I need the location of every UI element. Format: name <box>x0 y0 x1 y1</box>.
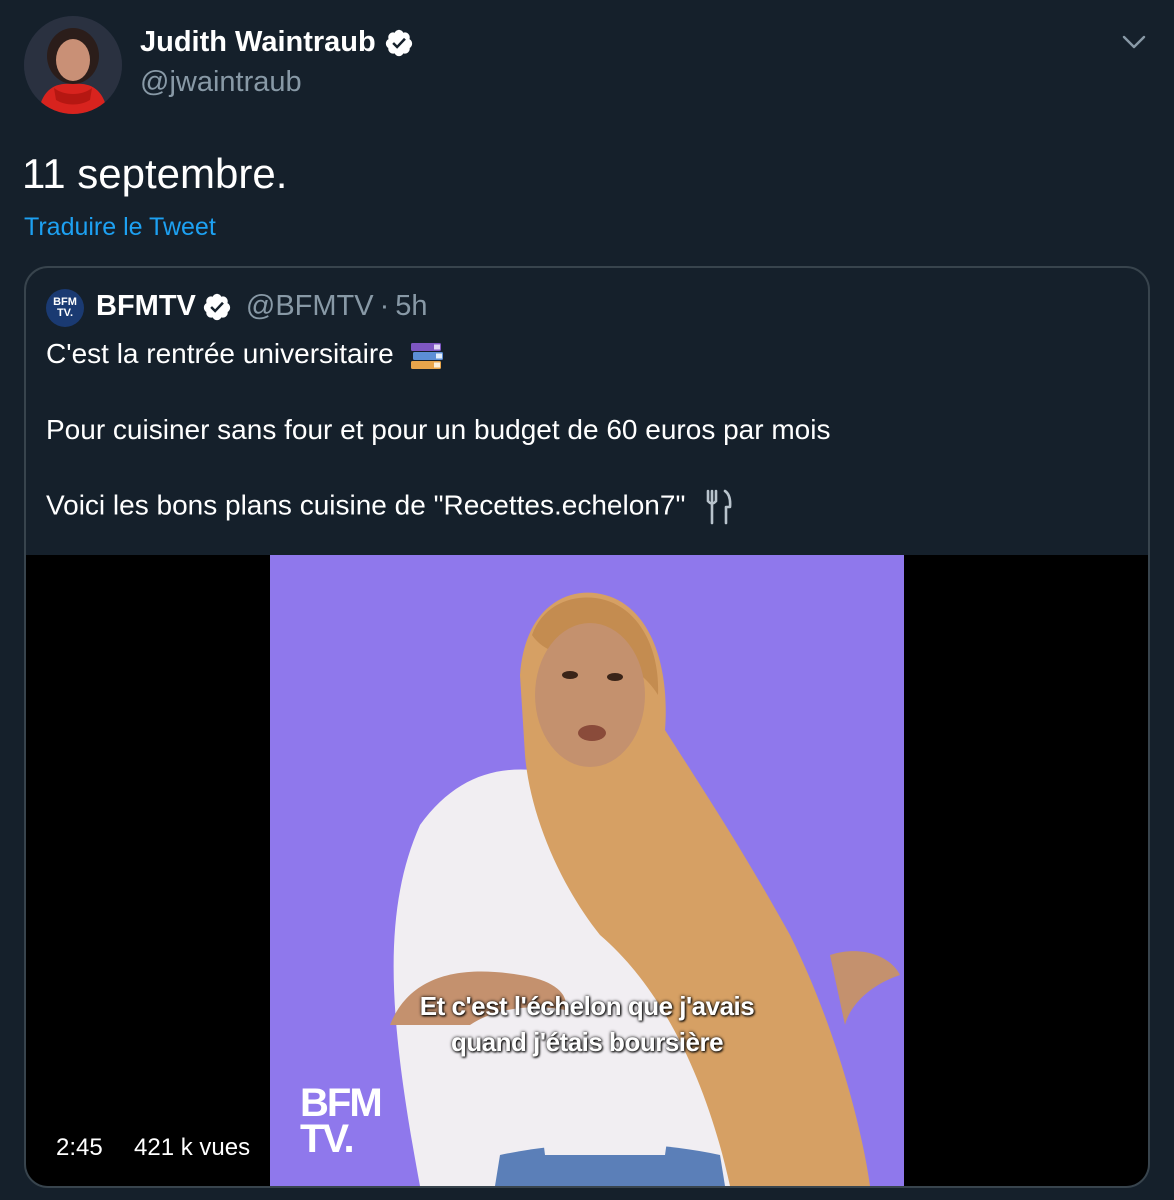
bfmtv-avatar: BFM TV. <box>46 289 84 327</box>
verified-badge-icon <box>385 29 412 56</box>
tweet-text: 11 septembre. <box>22 150 288 197</box>
video-subtitle-line-2: quand j'étais boursière <box>450 1027 724 1057</box>
books-icon <box>410 342 443 369</box>
quoted-text-line-3: Voici les bons plans cuisine de "Recette… <box>46 489 733 525</box>
quoted-text-line-1-text: C'est la rentrée universitaire <box>46 338 394 369</box>
quoted-text-line-3-text: Voici les bons plans cuisine de "Recette… <box>46 489 686 521</box>
video-duration: 2:45 <box>56 1134 103 1161</box>
video-frame[interactable]: Et c'est l'échelon que j'avais quand j'é… <box>270 555 904 1186</box>
quoted-author-name: BFMTV <box>96 290 196 322</box>
verified-badge-icon <box>203 293 230 320</box>
quoted-timestamp: 5h <box>395 290 428 322</box>
bfmtv-watermark-text-2: TV. <box>300 1117 355 1161</box>
quoted-text-line-2: Pour cuisiner sans four et pour un budge… <box>46 414 831 445</box>
video-player[interactable]: Et c'est l'échelon que j'avais quand j'é… <box>26 555 1148 1186</box>
quoted-text-line-1: C'est la rentrée universitaire <box>46 338 444 371</box>
quoted-tweet-card[interactable]: BFM TV. BFMTV @BFMTV · 5h C'est la rentr… <box>24 266 1150 1188</box>
bfmtv-watermark: BFM TV. <box>300 1081 383 1161</box>
video-view-count: 421 k vues <box>134 1134 251 1161</box>
author-handle[interactable]: @jwaintraub <box>140 66 302 99</box>
quoted-header: BFMTV @BFMTV · 5h <box>96 290 428 323</box>
quoted-author-handle: @BFMTV <box>245 290 374 322</box>
video-subtitle-line-1: Et c'est l'échelon que j'avais <box>419 991 755 1021</box>
author-name-row[interactable]: Judith Waintraub <box>140 26 414 59</box>
author-avatar[interactable] <box>24 16 122 114</box>
quoted-separator: · <box>379 290 390 322</box>
bfmtv-watermark-text-1: BFM <box>300 1081 383 1125</box>
translate-tweet-link[interactable]: Traduire le Tweet <box>24 213 216 242</box>
bfmtv-avatar-text-2: TV. <box>56 307 74 319</box>
chevron-down-icon[interactable] <box>1118 26 1150 58</box>
author-name[interactable]: Judith Waintraub <box>140 26 376 59</box>
fork-knife-icon <box>706 489 732 525</box>
